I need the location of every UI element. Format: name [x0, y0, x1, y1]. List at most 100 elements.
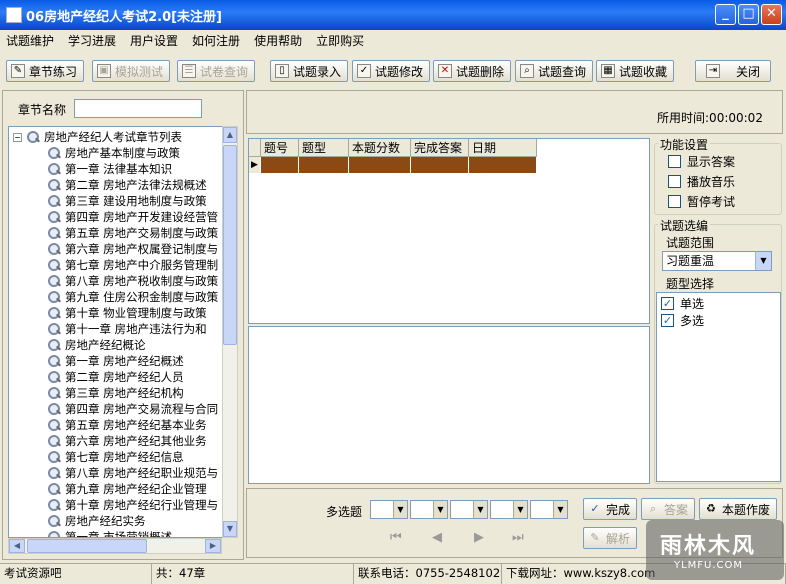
multi-choice-checkbox[interactable]: ✓ 多选 [661, 312, 704, 329]
collapse-icon[interactable]: − [13, 132, 22, 142]
tree-item[interactable]: 第九章 房地产经纪企业管理 [47, 481, 207, 497]
tree-item[interactable]: 第十章 房地产经纪行业管理与 [47, 497, 218, 513]
tree-item[interactable]: 第十一章 房地产违法行为和 [47, 321, 207, 337]
toolbar: ✎ 章节练习 ▣ 模拟测试 ☰ 试卷查询 ▯ 试题录入 ✓ 试题修改 ✕ 试题删除 ⌕ 试题查… [0, 56, 786, 88]
tree-item[interactable]: 第二章 房地产经纪人员 [47, 369, 184, 385]
tree-item[interactable]: 第三章 房地产经纪机构 [47, 385, 184, 401]
tree-item[interactable]: 第八章 房地产税收制度与政策 [47, 273, 218, 289]
last-question-icon[interactable]: ⏭ [512, 530, 524, 545]
tree-item[interactable]: 第二章 房地产法律法规概述 [47, 177, 207, 193]
tree-item[interactable]: 第一章 市场营销概述 [47, 529, 172, 537]
question-grid[interactable]: 题号 题型 本题分数 完成答案 日期 ▶ [248, 138, 650, 324]
scroll-left-icon[interactable]: ◀ [9, 539, 25, 553]
magnifier-icon [47, 498, 61, 512]
single-choice-checkbox[interactable]: ✓ 单选 [661, 295, 704, 312]
tree-item[interactable]: 第六章 房地产经纪其他业务 [47, 433, 207, 449]
answer-button[interactable]: ⌕ 答案 [641, 498, 695, 520]
magnifier-icon [47, 274, 61, 288]
range-select[interactable]: 习题重温 ▼ [662, 251, 772, 271]
chapter-tree[interactable]: − 房地产经纪人考试章节列表 房地产基本制度与政策 第一章 法律基本知识 第二章 … [8, 126, 230, 538]
menu-help[interactable]: 使用帮助 [254, 32, 302, 49]
exit-icon: ⇥ [705, 64, 720, 78]
col-score[interactable]: 本题分数 [349, 139, 411, 157]
done-button[interactable]: ✓ 完成 [583, 498, 637, 520]
scroll-down-icon[interactable]: ▼ [223, 521, 237, 537]
col-number[interactable]: 题号 [261, 139, 299, 157]
tree-item[interactable]: 第五章 房地产经纪基本业务 [47, 417, 207, 433]
col-date[interactable]: 日期 [469, 139, 537, 157]
question-query-button[interactable]: ⌕ 试题查询 [515, 60, 593, 82]
table-row[interactable]: ▶ [249, 157, 537, 173]
scroll-up-icon[interactable]: ▲ [223, 127, 237, 143]
chevron-down-icon[interactable]: ▼ [473, 501, 487, 518]
chapter-practice-button[interactable]: ✎ 章节练习 [6, 60, 84, 82]
col-answer[interactable]: 完成答案 [411, 139, 469, 157]
tree-item[interactable]: 第八章 房地产经纪职业规范与 [47, 465, 218, 481]
tree-item[interactable]: 第七章 房地产经纪信息 [47, 449, 184, 465]
scroll-thumb[interactable] [223, 145, 237, 345]
magnifier-icon [47, 354, 61, 368]
chevron-down-icon[interactable]: ▼ [553, 501, 567, 518]
col-type[interactable]: 题型 [299, 139, 349, 157]
type-list[interactable]: ✓ 单选 ✓ 多选 [656, 292, 781, 482]
tree-item[interactable]: 第九章 住房公积金制度与政策 [47, 289, 218, 305]
discard-question-button[interactable]: ♻ 本题作废 [699, 498, 777, 520]
answer-select-4[interactable]: ▼ [490, 500, 528, 519]
delete-icon: ✕ [438, 64, 452, 78]
question-edit-button[interactable]: ✓ 试题修改 [352, 60, 430, 82]
paper-query-button[interactable]: ☰ 试卷查询 [177, 60, 255, 82]
menu-study-progress[interactable]: 学习进展 [68, 32, 116, 49]
tree-item[interactable]: 第七章 房地产中介服务管理制 [47, 257, 218, 273]
close-window-button[interactable]: ✕ [761, 4, 782, 25]
answer-select-1[interactable]: ▼ [370, 500, 408, 519]
answer-select-5[interactable]: ▼ [530, 500, 568, 519]
first-question-icon[interactable]: ⏮ [390, 530, 402, 545]
show-answer-checkbox[interactable]: 显示答案 [668, 153, 735, 170]
menu-how-to-register[interactable]: 如何注册 [192, 32, 240, 49]
magnifier-icon [47, 306, 61, 320]
close-button[interactable]: ⇥ 关闭 [695, 60, 771, 82]
tree-item[interactable]: 第六章 房地产权属登记制度与 [47, 241, 218, 257]
tree-item[interactable]: 房地产基本制度与政策 [47, 145, 180, 161]
tree-item[interactable]: 第五章 房地产交易制度与政策 [47, 225, 218, 241]
analysis-button[interactable]: ✎ 解析 [583, 527, 637, 549]
menu-user-settings[interactable]: 用户设置 [130, 32, 178, 49]
prev-question-icon[interactable]: ◀ [432, 530, 442, 545]
selection-group-title: 试题选编 [658, 217, 711, 234]
next-question-icon[interactable]: ▶ [474, 530, 484, 545]
chevron-down-icon[interactable]: ▼ [513, 501, 527, 518]
pause-exam-checkbox[interactable]: 暂停考试 [668, 193, 735, 210]
app-icon [6, 7, 22, 23]
row-pointer-icon: ▶ [249, 157, 261, 173]
menu-buy-now[interactable]: 立即购买 [316, 32, 364, 49]
chevron-down-icon[interactable]: ▼ [433, 501, 447, 518]
tree-item[interactable]: 房地产经纪实务 [47, 513, 146, 529]
mock-test-button[interactable]: ▣ 模拟测试 [92, 60, 170, 82]
magnifier-icon [47, 178, 61, 192]
tree-item[interactable]: 第十章 物业管理制度与政策 [47, 305, 207, 321]
question-content-box[interactable] [248, 326, 650, 484]
maximize-button[interactable]: □ [738, 4, 759, 25]
tree-item[interactable]: 第三章 建设用地制度与政策 [47, 193, 207, 209]
answer-select-2[interactable]: ▼ [410, 500, 448, 519]
tree-item[interactable]: 房地产经纪概论 [47, 337, 146, 353]
minimize-button[interactable]: _ [715, 4, 736, 25]
menu-question-maintenance[interactable]: 试题维护 [6, 32, 54, 49]
question-entry-button[interactable]: ▯ 试题录入 [270, 60, 348, 82]
scroll-right-icon[interactable]: ▶ [205, 539, 221, 553]
tree-item[interactable]: 第一章 房地产经纪概述 [47, 353, 184, 369]
chevron-down-icon[interactable]: ▼ [393, 501, 407, 518]
tree-root[interactable]: − 房地产经纪人考试章节列表 [13, 129, 182, 145]
chapter-name-input[interactable] [74, 99, 202, 118]
tree-item[interactable]: 第四章 房地产开发建设经营管 [47, 209, 218, 225]
play-music-checkbox[interactable]: 播放音乐 [668, 173, 735, 190]
tree-item[interactable]: 第一章 法律基本知识 [47, 161, 172, 177]
scroll-thumb[interactable] [27, 539, 147, 553]
chevron-down-icon[interactable]: ▼ [755, 252, 771, 270]
answer-select-3[interactable]: ▼ [450, 500, 488, 519]
tree-horizontal-scrollbar[interactable]: ◀ ▶ [8, 538, 222, 554]
question-delete-button[interactable]: ✕ 试题删除 [433, 60, 511, 82]
question-favorite-button[interactable]: ▦ 试题收藏 [596, 60, 674, 82]
tree-item[interactable]: 第四章 房地产交易流程与合同 [47, 401, 218, 417]
tree-vertical-scrollbar[interactable]: ▲ ▼ [222, 126, 238, 538]
